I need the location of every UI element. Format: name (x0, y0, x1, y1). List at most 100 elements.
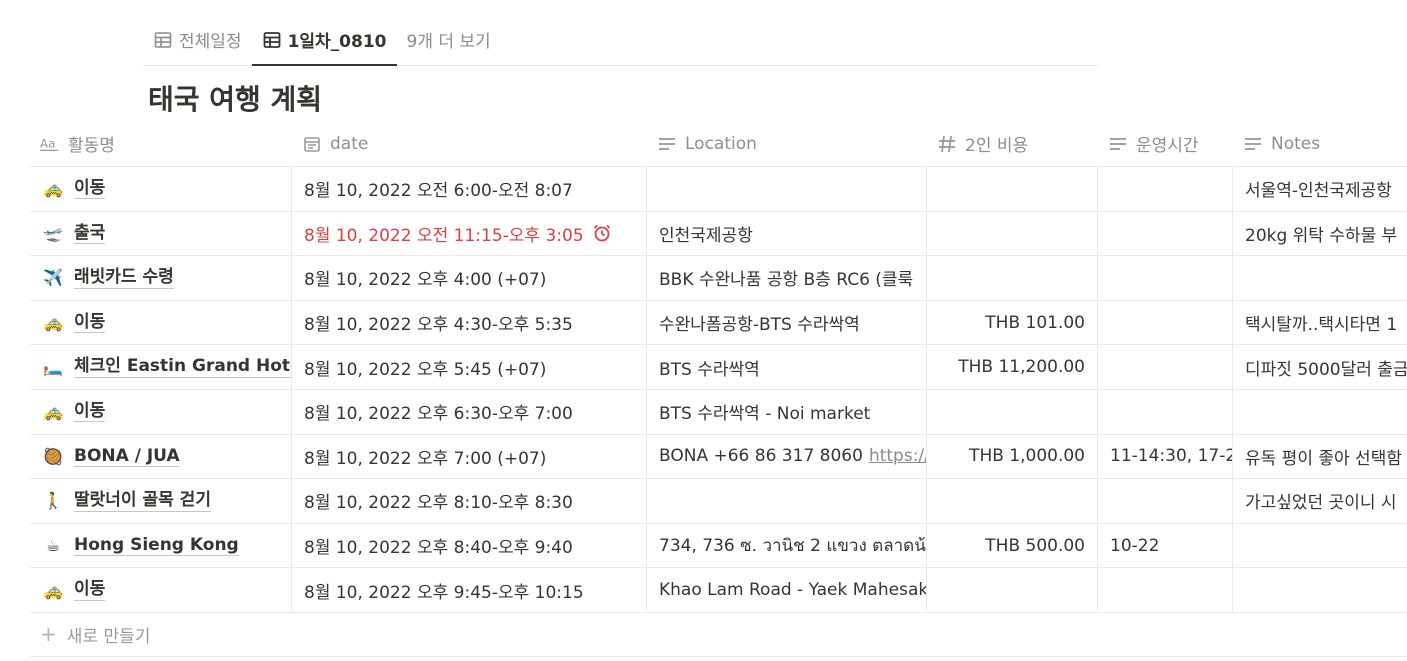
cost-cell[interactable] (927, 211, 1098, 256)
table-row[interactable]: 🚶 딸랏너이 골목 걷기 8월 10, 2022 오후 8:10-오후 8:30 가고… (30, 479, 1407, 524)
hours-cell[interactable] (1098, 389, 1233, 434)
new-row-button[interactable]: + 새로 만들기 (30, 613, 1407, 657)
tab-day1[interactable]: 1일차_0810 (251, 14, 397, 66)
hours-cell[interactable] (1098, 479, 1233, 523)
activity-cell[interactable]: 🚕 이동 (30, 568, 292, 612)
date-cell[interactable]: 8월 10, 2022 오전 6:00-오전 8:07 (292, 167, 647, 211)
date-cell[interactable]: 8월 10, 2022 오후 4:00 (+07) (292, 256, 647, 300)
activity-cell[interactable]: 🚕 이동 (30, 389, 292, 434)
hours-cell[interactable] (1098, 167, 1233, 211)
date-cell[interactable]: 8월 10, 2022 오후 8:40-오후 9:40 (292, 523, 647, 568)
cost-cell[interactable]: THB 11,200.00 (927, 345, 1098, 389)
date-text: 8월 10, 2022 오후 5:45 (+07) (304, 359, 547, 380)
hours-cell[interactable] (1098, 211, 1233, 256)
activity-name[interactable]: ✈️ 래빗카드 수령 (42, 267, 174, 289)
activity-name[interactable]: ☕ Hong Sieng Kong (42, 535, 239, 557)
activity-cell[interactable]: 🚕 이동 (30, 300, 292, 345)
activity-name[interactable]: 🚕 이동 (42, 579, 106, 601)
activity-cell[interactable]: 🛫 출국 (30, 211, 292, 256)
activity-name[interactable]: 🚕 이동 (42, 312, 106, 334)
location-cell[interactable]: BTS 수라싹역 (647, 345, 927, 389)
notes-cell[interactable] (1233, 256, 1407, 300)
activity-name-text: 래빗카드 수령 (74, 267, 174, 289)
activity-name[interactable]: 🚕 이동 (42, 178, 106, 200)
tab-all-schedule[interactable]: 전체일정 (143, 14, 252, 65)
date-cell[interactable]: 8월 10, 2022 오후 9:45-오후 10:15 (292, 568, 647, 612)
notes-cell[interactable]: 디파짓 5000달러 출금 (1233, 345, 1407, 389)
cost-cell[interactable] (927, 256, 1098, 300)
table-row[interactable]: ✈️ 래빗카드 수령 8월 10, 2022 오후 4:00 (+07) BBK 수완… (30, 256, 1407, 301)
activity-name[interactable]: 🚕 이동 (42, 401, 106, 423)
notes-cell[interactable]: 가고싶었던 곳이니 시 (1233, 479, 1407, 523)
location-cell[interactable] (647, 479, 927, 523)
table-row[interactable]: 🥘 BONA / JUA 8월 10, 2022 오후 7:00 (+07) BONA… (30, 434, 1407, 480)
activity-cell[interactable]: 🚶 딸랏너이 골목 걷기 (30, 479, 292, 523)
activity-cell[interactable]: 🚕 이동 (30, 167, 292, 211)
cost-cell[interactable]: THB 101.00 (927, 300, 1098, 345)
location-cell[interactable]: Khao Lam Road - Yaek Mahesak (647, 568, 927, 612)
activity-name[interactable]: 🛏️ 체크인 Eastin Grand Hotel (42, 356, 291, 378)
hours-cell[interactable]: 11-14:30, 17-22 (1098, 434, 1233, 479)
column-header-cost[interactable]: 2인 비용 (927, 121, 1098, 166)
location-text: 인천국제공항 (659, 225, 753, 246)
date-cell[interactable]: 8월 10, 2022 오후 8:10-오후 8:30 (292, 479, 647, 523)
cost-cell[interactable]: THB 1,000.00 (927, 434, 1098, 479)
location-cell[interactable]: 수완나폼공항-BTS 수라싹역 (647, 300, 927, 345)
activity-name[interactable]: 🛫 출국 (42, 223, 106, 245)
cost-cell[interactable] (927, 389, 1098, 434)
location-cell[interactable]: 734, 736 ซ. วานิช 2 แขวง ตลาดน้อย (647, 523, 927, 568)
cost-cell[interactable]: THB 500.00 (927, 523, 1098, 568)
activity-cell[interactable]: 🛏️ 체크인 Eastin Grand Hotel (30, 345, 292, 389)
date-cell[interactable]: 8월 10, 2022 오전 11:15-오후 3:05 (292, 211, 647, 256)
tab-more-views[interactable]: 9개 더 보기 (397, 14, 501, 65)
date-cell[interactable]: 8월 10, 2022 오후 5:45 (+07) (292, 345, 647, 389)
calendar-icon (304, 136, 320, 152)
activity-name[interactable]: 🥘 BONA / JUA (42, 446, 180, 468)
notes-cell[interactable] (1233, 390, 1407, 434)
column-header-notes[interactable]: Notes (1233, 121, 1407, 166)
location-cell[interactable]: BONA +66 86 317 8060 https://g (647, 434, 927, 479)
location-cell[interactable]: BTS 수라싹역 - Noi market (647, 389, 927, 434)
date-cell[interactable]: 8월 10, 2022 오후 4:30-오후 5:35 (292, 300, 647, 345)
column-header-hours[interactable]: 운영시간 (1098, 121, 1233, 166)
cost-cell[interactable] (927, 167, 1098, 211)
hours-cell[interactable] (1098, 300, 1233, 345)
text-lines-icon (1110, 137, 1126, 150)
activity-cell[interactable]: ✈️ 래빗카드 수령 (30, 256, 292, 300)
column-header-activity[interactable]: Aa 활동명 (30, 121, 292, 166)
hours-cell[interactable] (1098, 345, 1233, 389)
table-row[interactable]: 🚕 이동 8월 10, 2022 오전 6:00-오전 8:07 서울역-인천국제공항 (30, 167, 1407, 212)
table-row[interactable]: ☕ Hong Sieng Kong 8월 10, 2022 오후 8:40-오후 9… (30, 523, 1407, 569)
notes-cell[interactable]: 택시탈까..택시타면 1 (1233, 301, 1407, 345)
cost-cell[interactable] (927, 568, 1098, 612)
location-cell[interactable] (647, 167, 927, 211)
table-row[interactable]: 🚕 이동 8월 10, 2022 오후 6:30-오후 7:00 BTS 수라싹역 -… (30, 389, 1407, 435)
location-link[interactable]: https://g (869, 446, 926, 466)
table-row[interactable]: 🚕 이동 8월 10, 2022 오후 9:45-오후 10:15 Khao Lam … (30, 568, 1407, 613)
location-text: BTS 수라싹역 - Noi market (659, 404, 871, 425)
cost-cell[interactable] (927, 479, 1098, 523)
notes-cell[interactable] (1233, 568, 1407, 612)
location-text: Khao Lam Road - Yaek Mahesak (659, 580, 927, 601)
hours-cell[interactable]: 10-22 (1098, 523, 1233, 568)
date-cell[interactable]: 8월 10, 2022 오후 7:00 (+07) (292, 434, 647, 479)
table-row[interactable]: 🚕 이동 8월 10, 2022 오후 4:30-오후 5:35 수완나폼공항-BTS… (30, 300, 1407, 346)
activity-cell[interactable]: 🥘 BONA / JUA (30, 434, 292, 479)
notes-cell[interactable] (1233, 524, 1407, 568)
activity-name[interactable]: 🚶 딸랏너이 골목 걷기 (42, 490, 211, 512)
notes-cell[interactable]: 유독 평이 좋아 선택함 (1233, 435, 1407, 479)
location-cell[interactable]: BBK 수완나품 공항 B층 RC6 (클룩 (647, 256, 927, 300)
column-header-date[interactable]: date (292, 121, 647, 166)
activity-name-text: 이동 (74, 401, 106, 423)
hours-cell[interactable] (1098, 256, 1233, 300)
column-header-location[interactable]: Location (647, 121, 927, 166)
date-cell[interactable]: 8월 10, 2022 오후 6:30-오후 7:00 (292, 389, 647, 434)
notes-cell[interactable]: 서울역-인천국제공항 (1233, 167, 1407, 211)
tab-label: 전체일정 (179, 32, 242, 52)
notes-cell[interactable]: 20kg 위탁 수하물 부 (1233, 212, 1407, 256)
table-row[interactable]: 🛏️ 체크인 Eastin Grand Hotel 8월 10, 2022 오후 5… (30, 345, 1407, 390)
location-cell[interactable]: 인천국제공항 (647, 211, 927, 256)
table-row[interactable]: 🛫 출국 8월 10, 2022 오전 11:15-오후 3:05 인천국제공항 20k… (30, 211, 1407, 257)
activity-cell[interactable]: ☕ Hong Sieng Kong (30, 523, 292, 568)
hours-cell[interactable] (1098, 568, 1233, 612)
